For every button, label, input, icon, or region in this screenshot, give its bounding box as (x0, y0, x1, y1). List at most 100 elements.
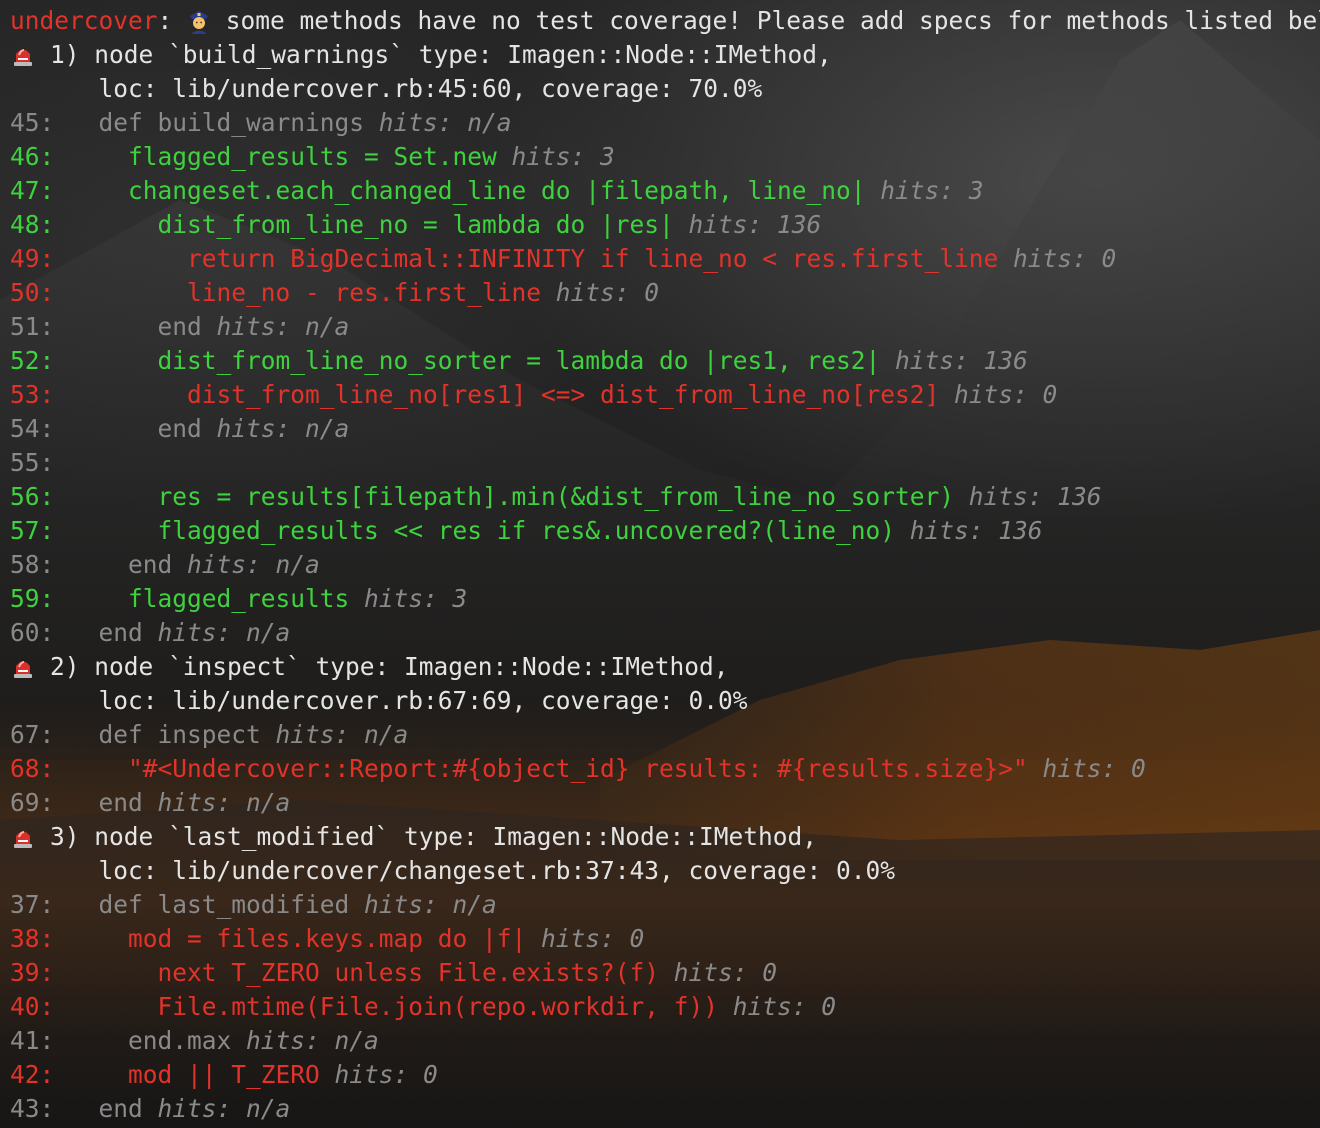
code-text: return BigDecimal::INFINITY if line_no <… (54, 244, 999, 273)
code-text: def last_modified (54, 890, 350, 919)
line-number: 60: (10, 618, 55, 647)
hits-count: hits: n/a (364, 108, 512, 137)
line-number: 54: (10, 414, 55, 443)
code-line: 51: end hits: n/a (10, 310, 1320, 344)
item-location: loc: lib/undercover.rb:67:69, coverage: … (10, 686, 748, 715)
code-text: end (54, 618, 143, 647)
hits-count: hits: n/a (201, 312, 350, 341)
code-text: res = results[filepath].min(&dist_from_l… (54, 482, 955, 511)
line-number: 41: (10, 1026, 55, 1055)
code-line: 55: (10, 446, 1320, 480)
hits-count: hits: 136 (673, 210, 822, 239)
code-line: 67: def inspect hits: n/a (10, 718, 1320, 752)
code-text: dist_from_line_no = lambda do |res| (54, 210, 674, 239)
hits-count: hits: n/a (172, 550, 320, 579)
hits-count: hits: 136 (954, 482, 1102, 511)
line-number: 40: (10, 992, 55, 1021)
line-number: 49: (10, 244, 55, 273)
item-title-text: 3) node `last_modified` type: Imagen::No… (50, 822, 818, 851)
code-line: 56: res = results[filepath].min(&dist_fr… (10, 480, 1320, 514)
header-message: some methods have no test coverage! Plea… (211, 6, 1320, 35)
item-location: loc: lib/undercover.rb:45:60, coverage: … (10, 74, 763, 103)
code-text: line_no - res.first_line (54, 278, 542, 307)
item-title: 2) node `inspect` type: Imagen::Node::IM… (10, 650, 1320, 684)
line-number: 57: (10, 516, 55, 545)
code-text: end (54, 414, 202, 443)
line-number: 68: (10, 754, 55, 783)
code-text: end.max (54, 1026, 232, 1055)
report-body: 1) node `build_warnings` type: Imagen::N… (10, 38, 1320, 1126)
line-number: 47: (10, 176, 55, 205)
code-line: 50: line_no - res.first_line hits: 0 (10, 276, 1320, 310)
code-line: 41: end.max hits: n/a (10, 1024, 1320, 1058)
code-line: 37: def last_modified hits: n/a (10, 888, 1320, 922)
hits-count: hits: n/a (260, 720, 409, 749)
hits-count: hits: 3 (349, 584, 468, 613)
rotating-light-icon (12, 654, 34, 678)
line-number: 48: (10, 210, 55, 239)
code-line: 60: end hits: n/a (10, 616, 1320, 650)
line-number: 42: (10, 1060, 55, 1089)
code-line: 40: File.mtime(File.join(repo.workdir, f… (10, 990, 1320, 1024)
item-title: 1) node `build_warnings` type: Imagen::N… (10, 38, 1320, 72)
line-number: 45: (10, 108, 55, 137)
hits-count: hits: n/a (142, 788, 291, 817)
hits-count: hits: 0 (998, 244, 1117, 273)
hits-count: hits: 0 (939, 380, 1058, 409)
item-title-text: 1) node `build_warnings` type: Imagen::N… (50, 40, 832, 69)
code-text: "#<Undercover::Report:#{object_id} resul… (54, 754, 1028, 783)
code-text: next T_ZERO unless File.exists?(f) (54, 958, 660, 987)
code-line: 58: end hits: n/a (10, 548, 1320, 582)
code-line: 39: next T_ZERO unless File.exists?(f) h… (10, 956, 1320, 990)
hits-count: hits: 136 (880, 346, 1028, 375)
hits-count: hits: 0 (659, 958, 778, 987)
hits-count: hits: 3 (865, 176, 984, 205)
code-text: end (54, 788, 143, 817)
code-text: File.mtime(File.join(repo.workdir, f)) (54, 992, 719, 1021)
line-number: 55: (10, 448, 55, 477)
code-line: 42: mod || T_ZERO hits: 0 (10, 1058, 1320, 1092)
hits-count: hits: 0 (541, 278, 660, 307)
code-text: dist_from_line_no[res1] <=> dist_from_li… (54, 380, 940, 409)
line-number: 56: (10, 482, 55, 511)
code-text: mod = files.keys.map do |f| (54, 924, 527, 953)
hits-count: hits: 0 (1027, 754, 1146, 783)
hits-count: hits: n/a (142, 618, 291, 647)
report-header: undercover: some methods have no test co… (10, 4, 1320, 38)
hits-count: hits: n/a (349, 890, 497, 919)
line-number: 43: (10, 1094, 55, 1123)
line-number: 46: (10, 142, 55, 171)
code-line: 38: mod = files.keys.map do |f| hits: 0 (10, 922, 1320, 956)
code-line: 43: end hits: n/a (10, 1092, 1320, 1126)
code-line: 54: end hits: n/a (10, 412, 1320, 446)
code-text: flagged_results << res if res&.uncovered… (54, 516, 896, 545)
rotating-light-icon (12, 42, 34, 66)
code-line: 47: changeset.each_changed_line do |file… (10, 174, 1320, 208)
code-text: end (54, 550, 173, 579)
code-text: end (54, 312, 202, 341)
code-line: 59: flagged_results hits: 3 (10, 582, 1320, 616)
code-line: 53: dist_from_line_no[res1] <=> dist_fro… (10, 378, 1320, 412)
line-number: 50: (10, 278, 55, 307)
line-number: 59: (10, 584, 55, 613)
line-number: 37: (10, 890, 55, 919)
code-line: 46: flagged_results = Set.new hits: 3 (10, 140, 1320, 174)
code-line: 52: dist_from_line_no_sorter = lambda do… (10, 344, 1320, 378)
line-number: 39: (10, 958, 55, 987)
code-text: changeset.each_changed_line do |filepath… (54, 176, 866, 205)
police-officer-icon (190, 11, 209, 34)
code-line: 48: dist_from_line_no = lambda do |res| … (10, 208, 1320, 242)
hits-count: hits: 3 (496, 142, 615, 171)
code-text: def build_warnings (54, 108, 365, 137)
code-line: 45: def build_warnings hits: n/a (10, 106, 1320, 140)
line-number: 53: (10, 380, 55, 409)
code-line: 69: end hits: n/a (10, 786, 1320, 820)
line-number: 58: (10, 550, 55, 579)
line-number: 69: (10, 788, 55, 817)
code-text: mod || T_ZERO (54, 1060, 320, 1089)
line-number: 38: (10, 924, 55, 953)
hits-count: hits: 0 (526, 924, 645, 953)
code-text: flagged_results = Set.new (54, 142, 497, 171)
hits-count: hits: 0 (718, 992, 837, 1021)
hits-count: hits: 136 (895, 516, 1043, 545)
